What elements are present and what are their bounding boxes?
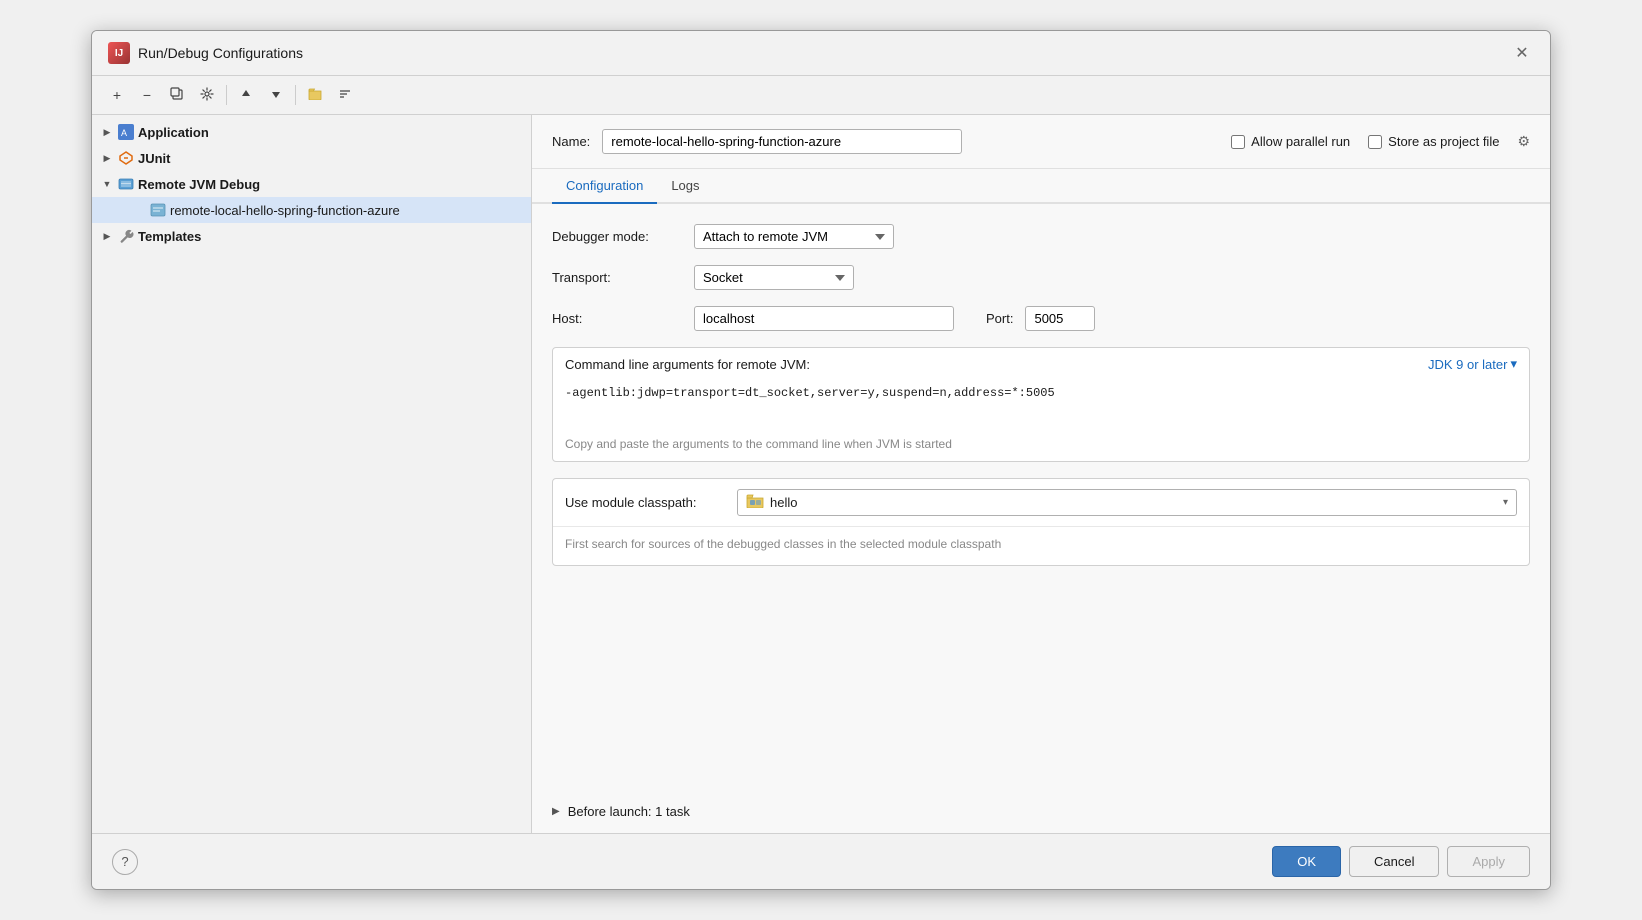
store-as-project-label[interactable]: Store as project file [1368,134,1499,149]
allow-parallel-label[interactable]: Allow parallel run [1231,134,1350,149]
module-dropdown-arrow-icon: ▾ [1503,497,1508,508]
add-icon: + [113,87,121,103]
ok-button[interactable]: OK [1272,846,1341,877]
settings-icon [200,87,214,104]
name-row: Name: Allow parallel run Store as projec… [532,115,1550,169]
title-bar: IJ Run/Debug Configurations ✕ [92,31,1550,76]
tab-logs[interactable]: Logs [657,169,713,204]
config-panel: Debugger mode: Attach to remote JVM List… [532,204,1550,790]
sidebar-item-templates[interactable]: Templates [92,223,531,249]
debugger-mode-label: Debugger mode: [552,229,682,244]
remote-jvm-arrow-icon [100,177,114,191]
module-classpath-label: Use module classpath: [565,495,725,510]
app-logo-icon: IJ [108,42,130,64]
close-button[interactable]: ✕ [1510,41,1534,65]
host-input[interactable] [694,306,954,331]
remote-jvm-icon [118,176,134,192]
add-configuration-button[interactable]: + [104,82,130,108]
allow-parallel-checkbox[interactable] [1231,135,1245,149]
folder-icon [308,87,322,103]
sort-icon [338,87,352,104]
sidebar-item-junit[interactable]: JUnit [92,145,531,171]
module-classpath-row: Use module classpath: hello [553,479,1529,527]
copy-configuration-button[interactable] [164,82,190,108]
before-launch-arrow-icon: ▶ [552,806,560,817]
sidebar-item-remote-jvm[interactable]: Remote JVM Debug [92,171,531,197]
bottom-bar: ? OK Cancel Apply [92,833,1550,889]
toolbar: + − [92,76,1550,115]
sidebar-item-application[interactable]: A Application [92,119,531,145]
toolbar-separator-1 [226,85,227,105]
remote-jvm-label: Remote JVM Debug [138,177,260,192]
remote-config-label: remote-local-hello-spring-function-azure [170,203,400,218]
host-port-row: Host: Port: [552,306,1530,331]
cmdargs-textarea[interactable]: -agentlib:jdwp=transport=dt_socket,serve… [553,376,1529,428]
module-classpath-hint: First search for sources of the debugged… [553,527,1529,565]
cmdargs-section: Command line arguments for remote JVM: J… [552,347,1530,462]
checkbox-group: Allow parallel run Store as project file… [1231,133,1530,150]
store-as-project-checkbox[interactable] [1368,135,1382,149]
dialog-title: Run/Debug Configurations [138,45,303,61]
sort-button[interactable] [332,82,358,108]
chevron-down-icon: ▾ [1510,356,1517,372]
move-down-icon [270,87,282,103]
templates-arrow-icon [100,229,114,243]
module-folder-icon [746,494,764,511]
transport-label: Transport: [552,270,682,285]
module-classpath-section: Use module classpath: hello [552,478,1530,566]
debugger-mode-row: Debugger mode: Attach to remote JVM List… [552,224,1530,249]
cmdargs-hint: Copy and paste the arguments to the comm… [553,431,1529,461]
right-panel: Name: Allow parallel run Store as projec… [532,115,1550,833]
title-bar-left: IJ Run/Debug Configurations [108,42,303,64]
before-launch-section[interactable]: ▶ Before launch: 1 task [532,790,1550,833]
templates-label: Templates [138,229,201,244]
svg-text:A: A [121,128,127,138]
settings-button[interactable] [194,82,220,108]
move-up-button[interactable] [233,82,259,108]
port-input[interactable] [1025,306,1095,331]
copy-icon [170,87,184,104]
sidebar-item-remote-config[interactable]: remote-local-hello-spring-function-azure [92,197,531,223]
move-down-button[interactable] [263,82,289,108]
toolbar-separator-2 [295,85,296,105]
run-debug-dialog: IJ Run/Debug Configurations ✕ + − [91,30,1551,890]
application-arrow-icon [100,125,114,139]
main-content: A Application JUnit [92,115,1550,833]
application-label: Application [138,125,209,140]
application-icon: A [118,124,134,140]
junit-icon [118,150,134,166]
module-classpath-value: hello [770,495,1497,510]
debugger-mode-select[interactable]: Attach to remote JVM Listen to remote JV… [694,224,894,249]
bottom-buttons: OK Cancel Apply [1272,846,1530,877]
junit-arrow-icon [100,151,114,165]
cmdargs-label: Command line arguments for remote JVM: [565,357,810,372]
junit-label: JUnit [138,151,171,166]
remove-configuration-button[interactable]: − [134,82,160,108]
cancel-button[interactable]: Cancel [1349,846,1439,877]
jdk-version-link[interactable]: JDK 9 or later ▾ [1428,356,1517,372]
help-button[interactable]: ? [112,849,138,875]
port-label: Port: [986,311,1013,326]
name-input[interactable] [602,129,962,154]
module-classpath-select[interactable]: hello ▾ [737,489,1517,516]
tab-configuration[interactable]: Configuration [552,169,657,204]
remote-config-icon [150,202,166,218]
wrench-icon [118,228,134,244]
host-label: Host: [552,311,682,326]
name-field-label: Name: [552,134,590,149]
store-as-project-gear-icon[interactable]: ⚙ [1517,133,1530,150]
transport-select[interactable]: Socket Shared memory [694,265,854,290]
move-up-icon [240,87,252,103]
remove-icon: − [143,87,151,103]
configuration-tree: A Application JUnit [92,115,532,833]
folder-button[interactable] [302,82,328,108]
tabs-row: Configuration Logs [532,169,1550,204]
cmdargs-header: Command line arguments for remote JVM: J… [553,348,1529,376]
apply-button[interactable]: Apply [1447,846,1530,877]
before-launch-label: Before launch: 1 task [568,804,690,819]
transport-row: Transport: Socket Shared memory [552,265,1530,290]
